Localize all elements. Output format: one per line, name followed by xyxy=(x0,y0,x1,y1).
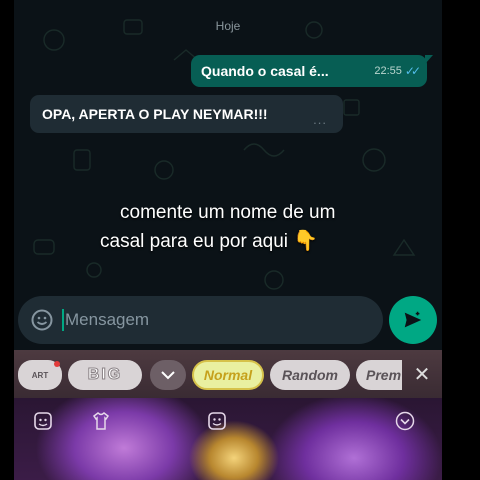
font-style-big-chip[interactable]: BIG xyxy=(68,360,142,390)
keyboard-theme-area[interactable] xyxy=(14,398,442,480)
font-style-prem-chip[interactable]: Prem xyxy=(356,360,402,390)
read-ticks-icon: ✓✓ xyxy=(404,64,421,78)
incoming-message-text: OPA, APERTA O PLAY NEYMAR!!! xyxy=(42,106,268,122)
video-caption-overlay: comente um nome de um casal para eu por … xyxy=(100,198,390,256)
caption-line-1: comente um nome de um xyxy=(120,202,336,223)
new-badge xyxy=(54,361,60,367)
chevron-down-icon[interactable] xyxy=(150,360,186,390)
random-chip-label: Random xyxy=(282,367,338,383)
message-composer[interactable]: Mensagem xyxy=(18,296,383,344)
send-button[interactable] xyxy=(389,296,437,344)
message-time: 22:55 xyxy=(374,65,402,77)
incoming-message[interactable]: OPA, APERTA O PLAY NEYMAR!!! ... xyxy=(30,95,343,133)
date-separator: Hoje xyxy=(215,19,241,33)
outgoing-message[interactable]: Quando o casal é... 22:55 ✓✓ xyxy=(191,55,433,87)
prem-chip-label: Prem xyxy=(366,367,402,383)
close-icon[interactable]: ✕ xyxy=(412,360,432,390)
caption-line-2-text: casal para eu por aqui xyxy=(100,231,289,252)
normal-chip-label: Normal xyxy=(203,367,253,383)
message-input[interactable]: Mensagem xyxy=(65,310,149,330)
emoji-icon[interactable] xyxy=(30,308,54,332)
chevron-down-glyph xyxy=(161,371,175,380)
message-dots: ... xyxy=(313,112,327,127)
emoji-face-icon[interactable] xyxy=(206,410,228,432)
sticker-icon[interactable] xyxy=(32,410,54,432)
font-style-random-chip[interactable]: Random xyxy=(270,360,350,390)
pointing-down-icon: 👇 xyxy=(293,230,319,253)
caption-line-2: casal para eu por aqui 👇 xyxy=(100,227,390,256)
send-icon xyxy=(404,311,422,328)
text-caret xyxy=(62,309,64,331)
big-chip-label: BIG xyxy=(87,366,123,384)
outgoing-message-text: Quando o casal é... xyxy=(201,63,329,79)
collapse-keyboard-icon[interactable] xyxy=(394,410,416,432)
art-chip-label: ART xyxy=(31,370,49,380)
theme-shirt-icon[interactable] xyxy=(90,410,112,432)
font-style-normal-chip[interactable]: Normal xyxy=(192,360,264,390)
font-style-art-chip[interactable]: ART xyxy=(18,360,62,390)
